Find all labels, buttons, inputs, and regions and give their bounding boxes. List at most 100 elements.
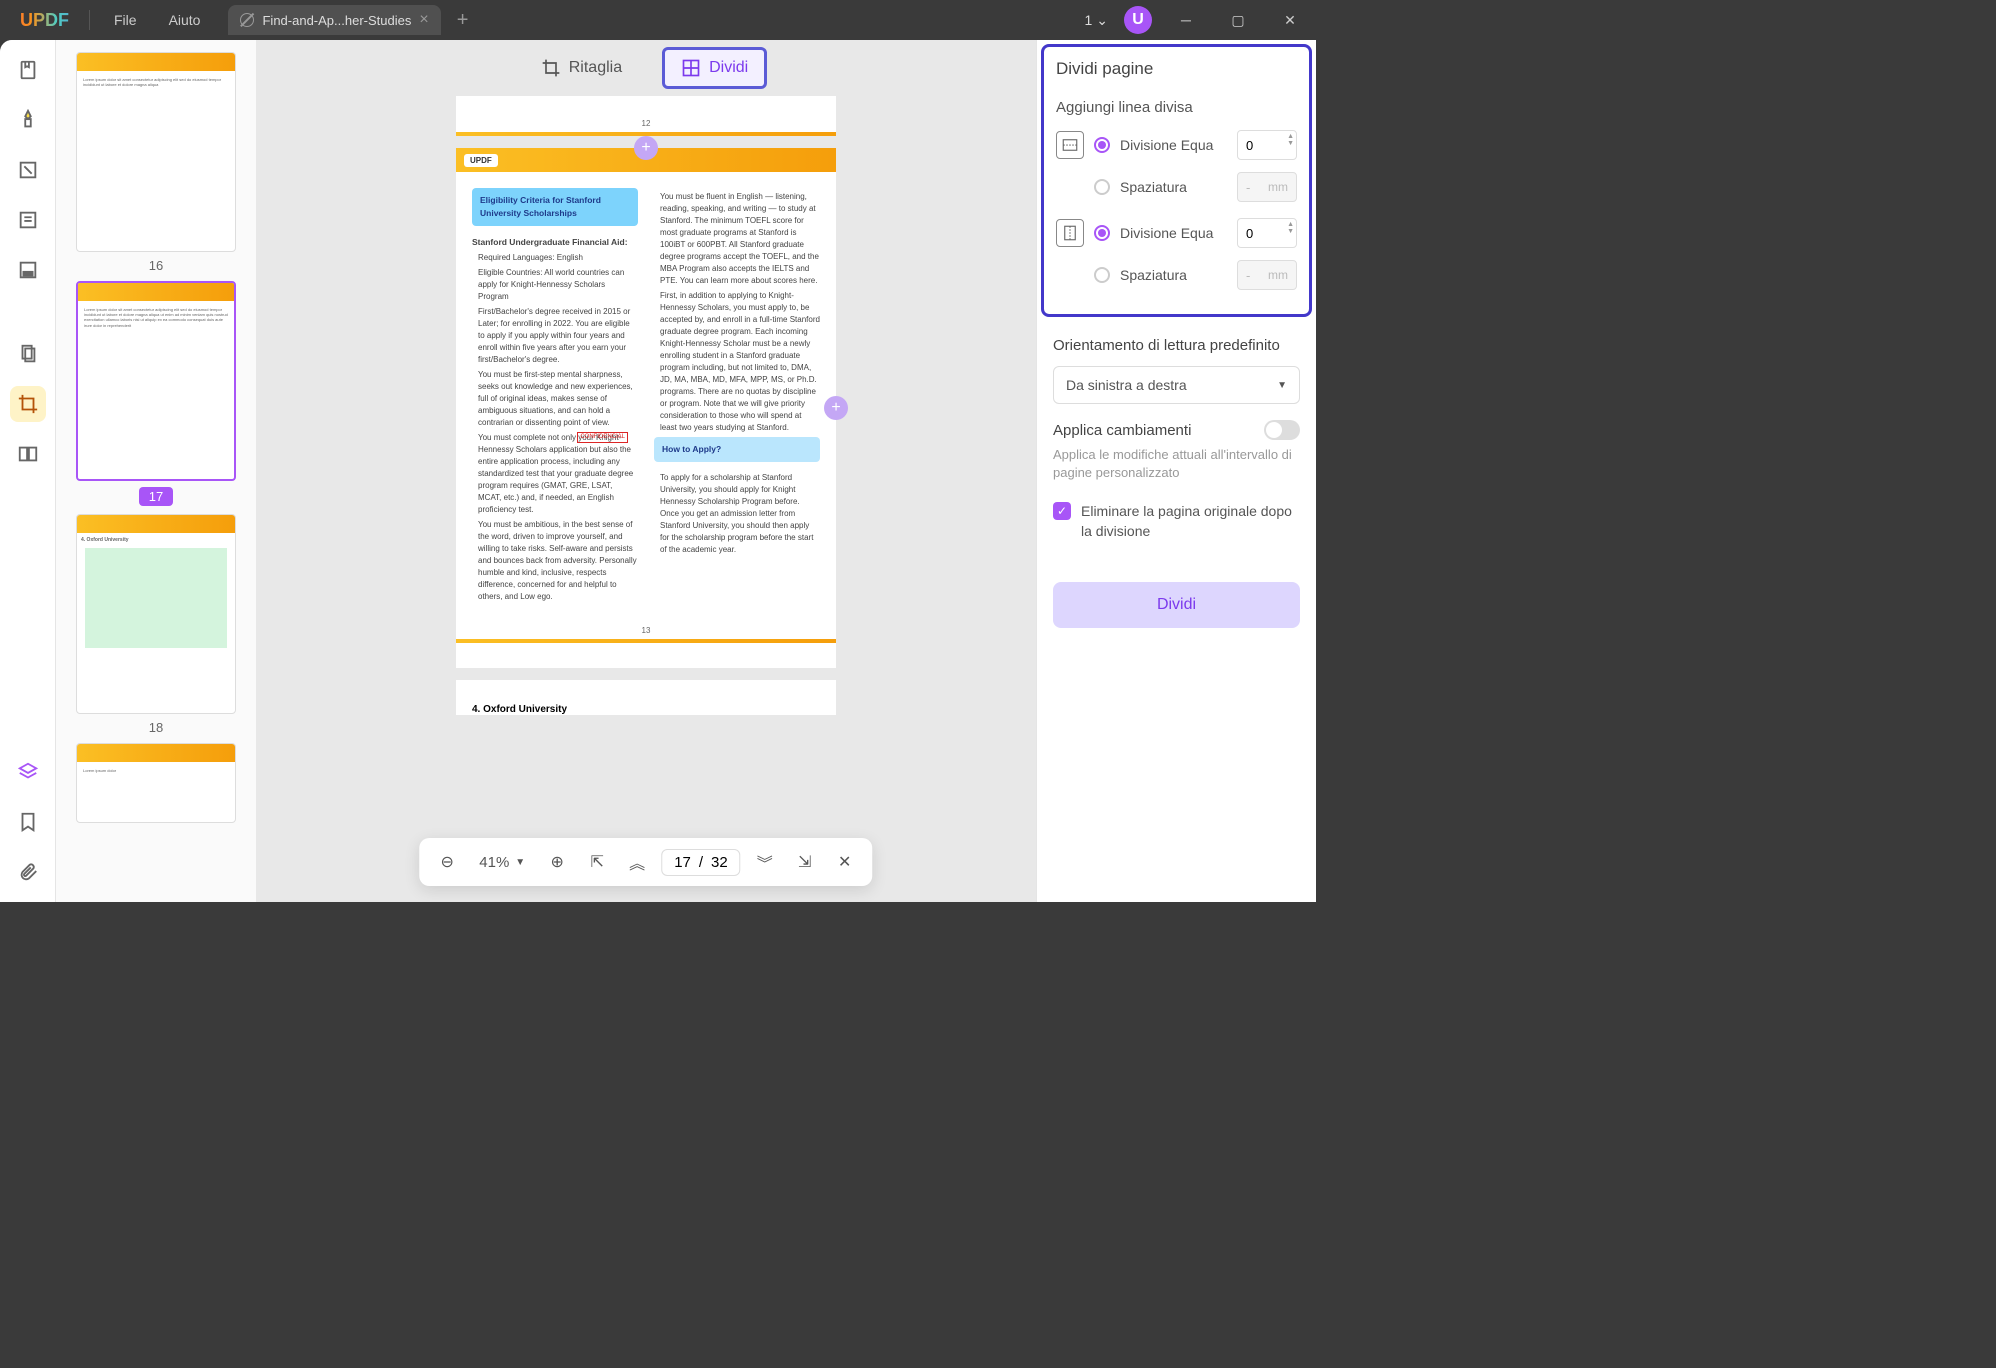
viewer-bottom-bar: ⊖ 41% ▼ ⊕ ⇱ ︽ 17 / 32 ︾ ⇲ ✕: [419, 838, 872, 886]
split-icon: [681, 58, 701, 78]
tools-sidebar: [0, 40, 56, 902]
callout-heading: Eligibility Criteria for Stanford Univer…: [472, 188, 638, 226]
split-mode-button[interactable]: Dividi: [662, 47, 767, 89]
redact-tool[interactable]: [10, 252, 46, 288]
section-heading: 4. Oxford University: [472, 704, 820, 715]
split-panel: Dividi pagine Aggiungi linea divisa Divi…: [1036, 40, 1316, 902]
bullet-text: First/Bachelor's degree received in 2015…: [472, 306, 638, 366]
user-avatar[interactable]: U: [1124, 6, 1152, 34]
bullet-text: Eligible Countries: All world countries …: [472, 267, 638, 303]
zoom-dropdown[interactable]: 41% ▼: [471, 854, 533, 871]
watermark: CONFIDENCIAL: [577, 432, 628, 443]
crop-icon: [541, 58, 561, 78]
zoom-out-button[interactable]: ⊖: [431, 846, 463, 878]
apply-changes-label: Applica cambiamenti: [1053, 422, 1191, 439]
spacing-h-input: -mm: [1237, 172, 1297, 202]
vertical-split-icon: [1056, 219, 1084, 247]
spacing-v-radio[interactable]: [1094, 267, 1110, 283]
attachment-tool[interactable]: [10, 854, 46, 890]
crop-tool[interactable]: [10, 386, 46, 422]
spacing-h-radio[interactable]: [1094, 179, 1110, 195]
reading-order-label: Orientamento di lettura predefinito: [1053, 337, 1300, 354]
thumbnail-item[interactable]: Lorem ipsum dolor sit amet consectetur a…: [68, 281, 244, 506]
titlebar: UPDF File Aiuto Find-and-Ap...her-Studie…: [0, 0, 1316, 40]
close-button[interactable]: ✕: [1272, 6, 1308, 34]
new-tab-button[interactable]: +: [457, 9, 469, 32]
bookmark-tool[interactable]: [10, 52, 46, 88]
document-page: + + UPDF Eligibility Criteria for Stanfo…: [456, 148, 836, 668]
page-fragment: 12: [456, 96, 836, 136]
page-number: 13: [456, 622, 836, 639]
tab-close-button[interactable]: ×: [419, 11, 428, 29]
viewer-toolbar: Ritaglia Dividi: [256, 40, 1036, 96]
checkbox-label: Eliminare la pagina originale dopo la di…: [1081, 502, 1300, 541]
form-tool[interactable]: [10, 202, 46, 238]
current-page: 17: [674, 854, 691, 871]
first-page-button[interactable]: ⇱: [581, 846, 613, 878]
edit-tool[interactable]: [10, 152, 46, 188]
apply-changes-toggle[interactable]: [1264, 420, 1300, 440]
thumbnail-number: 16: [149, 258, 163, 273]
tab-icon: [240, 13, 254, 27]
total-pages: 32: [711, 854, 728, 871]
thumbnail-item[interactable]: Lorem ipsum dolor: [68, 743, 244, 823]
thumbnail-item[interactable]: 4. Oxford University 18: [68, 514, 244, 735]
section-heading: Stanford Undergraduate Financial Aid:: [472, 236, 638, 249]
app-logo: UPDF: [8, 10, 81, 31]
chevron-down-icon: ▼: [1277, 380, 1287, 391]
delete-original-checkbox[interactable]: ✓: [1053, 502, 1071, 520]
radio-label: Spaziatura: [1120, 179, 1227, 195]
help-text: Applica le modifiche attuali all'interva…: [1053, 446, 1300, 482]
menu-help[interactable]: Aiuto: [153, 12, 217, 28]
bullet-text: Required Languages: English: [472, 252, 638, 264]
equal-division-v-radio[interactable]: [1094, 225, 1110, 241]
page-fragment: 4. Oxford University: [456, 680, 836, 715]
compare-tool[interactable]: [10, 436, 46, 472]
body-text: To apply for a scholarship at Stanford U…: [654, 472, 820, 556]
panel-subtitle: Aggiungi linea divisa: [1056, 99, 1297, 116]
layers-tool[interactable]: [10, 754, 46, 790]
callout-heading: How to Apply?: [654, 437, 820, 462]
maximize-button[interactable]: ▢: [1220, 6, 1256, 34]
equal-division-h-radio[interactable]: [1094, 137, 1110, 153]
spacing-v-input: -mm: [1237, 260, 1297, 290]
add-split-right-button[interactable]: +: [824, 396, 848, 420]
tab-title: Find-and-Ap...her-Studies: [262, 13, 411, 28]
page-indicator[interactable]: 17 / 32: [661, 849, 741, 876]
add-split-top-button[interactable]: +: [634, 136, 658, 160]
last-page-button[interactable]: ⇲: [789, 846, 821, 878]
panel-title: Dividi pagine: [1056, 59, 1297, 79]
window-count[interactable]: 1 ⌄: [1084, 12, 1108, 29]
document-viewer: Ritaglia Dividi 12 + + UPDF: [256, 40, 1036, 902]
bullet-text: You must be ambitious, in the best sense…: [472, 519, 638, 603]
pages-tool[interactable]: [10, 336, 46, 372]
split-action-button[interactable]: Dividi: [1053, 582, 1300, 628]
highlight-tool[interactable]: [10, 102, 46, 138]
bullet-text: You must be first-step mental sharpness,…: [472, 369, 638, 429]
bookmark-nav-tool[interactable]: [10, 804, 46, 840]
page-logo: UPDF: [464, 154, 498, 167]
radio-label: Divisione Equa: [1120, 137, 1227, 153]
crop-mode-button[interactable]: Ritaglia: [525, 50, 638, 86]
close-bar-button[interactable]: ✕: [829, 846, 861, 878]
bullet-text: First, in addition to applying to Knight…: [654, 290, 820, 434]
zoom-in-button[interactable]: ⊕: [541, 846, 573, 878]
crop-label: Ritaglia: [569, 59, 622, 77]
prev-page-button[interactable]: ︽: [621, 846, 653, 878]
document-scroll[interactable]: 12 + + UPDF Eligibility Criteria for Sta…: [256, 96, 1036, 902]
reading-order-select[interactable]: Da sinistra a destra ▼: [1053, 366, 1300, 404]
horizontal-split-icon: [1056, 131, 1084, 159]
thumbnail-item[interactable]: Lorem ipsum dolor sit amet consectetur a…: [68, 52, 244, 273]
next-page-button[interactable]: ︾: [749, 846, 781, 878]
radio-label: Divisione Equa: [1120, 225, 1227, 241]
thumbnails-panel[interactable]: Lorem ipsum dolor sit amet consectetur a…: [56, 40, 256, 902]
equal-division-v-input[interactable]: 0▲▼: [1237, 218, 1297, 248]
equal-division-h-input[interactable]: 0▲▼: [1237, 130, 1297, 160]
thumbnail-number: 17: [139, 487, 173, 506]
divider: [89, 10, 90, 30]
minimize-button[interactable]: ─: [1168, 6, 1204, 34]
page-number: 12: [456, 115, 836, 132]
split-label: Dividi: [709, 59, 748, 77]
document-tab[interactable]: Find-and-Ap...her-Studies ×: [228, 5, 440, 35]
menu-file[interactable]: File: [98, 12, 153, 28]
